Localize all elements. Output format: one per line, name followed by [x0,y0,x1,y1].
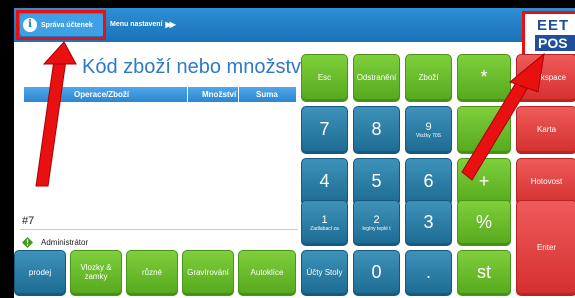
digit-9-button[interactable]: 9 Vložky 70S [405,106,452,154]
column-header-quantity: Množství [202,90,237,99]
digit-0-button[interactable]: 0 [353,250,400,296]
eet-pos-logo: EET POS [522,11,575,57]
digit-3-button[interactable]: 3 [405,200,452,246]
button-label: Enter [536,242,557,252]
column-divider [187,87,188,102]
button-label: Zboží [418,72,439,82]
digit-2-button[interactable]: 2 legíny teplé t [353,200,400,246]
user-name: Administrátor [41,238,89,247]
hotovost-button[interactable]: Hotovost [516,158,575,206]
top-bar: i Správa účtenek Menu nastavení ▶▶ [14,8,575,42]
column-header-operation: Operace/Zboží [74,90,130,99]
button-label: . [425,262,431,283]
order-table-header: Operace/Zboží Množství Suma [24,87,296,102]
button-label: % [475,212,492,233]
button-label: prodej [28,267,52,277]
digit-7-button[interactable]: 7 [301,106,348,154]
app-window: i Správa účtenek Menu nastavení ▶▶ EET P… [14,8,575,298]
button-label: 2 [373,213,380,226]
digit-5-button[interactable]: 5 [353,158,400,206]
button-label: Autoklíce [250,267,284,277]
button-label: Hotovost [530,176,563,186]
button-label: 0 [371,262,382,283]
button-label: Vlozky & zamky [80,263,112,281]
button-label: různé [141,267,162,277]
multiply-button[interactable]: * [457,54,511,102]
enter-button[interactable]: Enter [516,200,575,296]
input-title: Kód zboží nebo množství [82,56,307,78]
annotation-highlight-box [16,10,106,40]
button-label: 9 [425,120,432,133]
divider [20,229,298,230]
column-divider [238,87,239,102]
button-label: 3 [423,212,434,233]
button-sublabel: legíny teplé t [362,225,391,232]
category-autoklice-button[interactable]: Autoklíce [238,250,296,296]
percent-button[interactable]: % [457,200,511,246]
button-sublabel: Vložky 70S [415,132,441,139]
button-label: 6 [423,171,434,192]
st-button[interactable]: st [457,250,511,296]
warning-icon [22,237,33,248]
decimal-button[interactable]: . [405,250,452,296]
digit-4-button[interactable]: 4 [301,158,348,206]
column-header-sum: Suma [256,90,278,99]
button-label: 7 [319,119,330,140]
category-prodej-button[interactable]: prodej [14,250,66,296]
logo-text-eet: EET [537,17,570,34]
order-number: #7 [22,215,35,227]
backspace-button[interactable]: Backspace [516,54,575,102]
karta-button[interactable]: Karta [516,106,575,154]
category-ruzne-button[interactable]: různé [126,250,178,296]
remove-button[interactable]: Odstranění [353,54,400,102]
category-vlozky-button[interactable]: Vlozky & zamky [70,250,122,296]
button-label: Karta [536,124,557,134]
goods-button[interactable]: Zboží [405,54,452,102]
digit-6-button[interactable]: 6 [405,158,452,206]
button-label: 5 [371,171,382,192]
button-label: Účty Stoly [306,267,343,277]
user-row: Administrátor [22,237,88,248]
tab-label: Menu nastavení [110,21,163,28]
button-label: * [480,67,488,88]
fast-forward-icon: ▶▶ [165,20,176,29]
tab-menu-nastaveni[interactable]: Menu nastavení ▶▶ [110,20,176,29]
button-label: 8 [371,119,382,140]
plus-button[interactable]: + [457,158,511,206]
logo-text-pos: POS [535,35,575,51]
button-sublabel: Zadlabací za [310,225,339,232]
button-label: Backspace [526,72,567,82]
button-label: Esc [317,72,332,82]
digit-1-button[interactable]: 1 Zadlabací za [301,200,348,246]
category-gravirovani-button[interactable]: Gravírování [182,250,234,296]
button-label: Odstranění [356,72,397,82]
esc-button[interactable]: Esc [301,54,348,102]
blank-button[interactable] [457,106,511,154]
button-label: Gravírování [187,267,229,277]
button-label: + [478,171,490,192]
button-label: 4 [319,171,330,192]
button-label: 1 [321,213,328,226]
button-label: st [476,262,491,283]
ucty-stoly-button[interactable]: Účty Stoly [301,250,348,296]
digit-8-button[interactable]: 8 [353,106,400,154]
